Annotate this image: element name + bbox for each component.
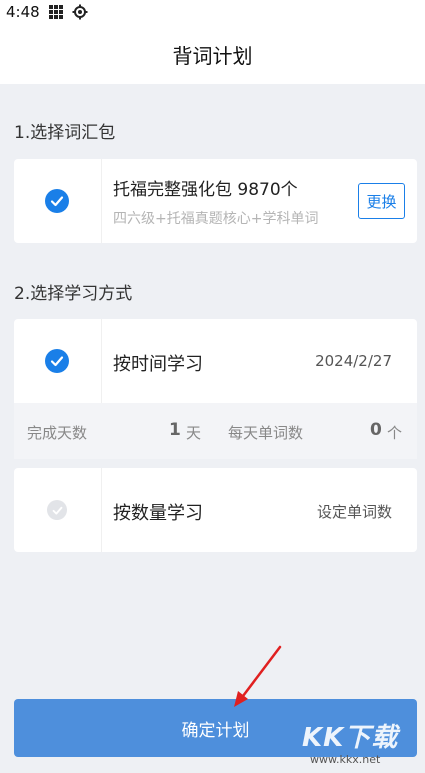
study-by-time-option[interactable]: 按时间学习 2024/2/27 <box>14 319 417 403</box>
divider <box>101 319 102 403</box>
by-count-unselected-check-icon[interactable] <box>47 500 67 520</box>
package-name: 托福完整强化包 9870个 <box>113 180 298 200</box>
by-time-label: 按时间学习 <box>113 354 203 375</box>
by-count-label: 按数量学习 <box>113 503 203 524</box>
change-package-button[interactable]: 更换 <box>358 183 405 219</box>
divider <box>101 159 102 243</box>
days-unit: 天 <box>186 424 202 442</box>
package-selected-check-icon[interactable] <box>45 189 69 213</box>
words-unit: 个 <box>387 424 403 442</box>
watermark-text: KK下载 <box>302 723 399 753</box>
watermark-url: www.kkx.net <box>310 753 381 766</box>
set-word-count-value[interactable]: 设定单词数 <box>317 501 392 522</box>
page-header: 背词计划 <box>0 24 425 84</box>
plan-stats-row: 完成天数 1 天 每天单词数 0 个 <box>14 403 417 459</box>
status-time: 4:48 <box>6 3 40 21</box>
by-time-selected-check-icon[interactable] <box>45 349 69 373</box>
section-title-study-mode: 2.选择学习方式 <box>14 284 133 304</box>
section-title-word-package: 1.选择词汇包 <box>14 123 116 143</box>
settings-gear-icon <box>72 4 88 20</box>
confirm-plan-label: 确定计划 <box>181 720 250 741</box>
red-arrow-annotation-icon <box>234 645 282 707</box>
study-by-count-option[interactable]: 按数量学习 设定单词数 <box>14 468 417 552</box>
words-per-day-value[interactable]: 0 <box>370 420 382 440</box>
divider <box>101 468 102 552</box>
days-label: 完成天数 <box>27 424 88 442</box>
days-value[interactable]: 1 <box>169 420 181 440</box>
grid-icon <box>48 4 64 20</box>
end-date-value[interactable]: 2024/2/27 <box>315 352 392 370</box>
watermark: KK下载 www.kkx.net <box>302 717 420 769</box>
word-package-card[interactable]: 托福完整强化包 9870个 四六级+托福真题核心+学科单词 更换 <box>14 159 417 243</box>
package-description: 四六级+托福真题核心+学科单词 <box>113 211 319 227</box>
page-title: 背词计划 <box>172 43 253 68</box>
words-per-day-label: 每天单词数 <box>228 424 304 442</box>
status-bar: 4:48 <box>0 0 425 24</box>
